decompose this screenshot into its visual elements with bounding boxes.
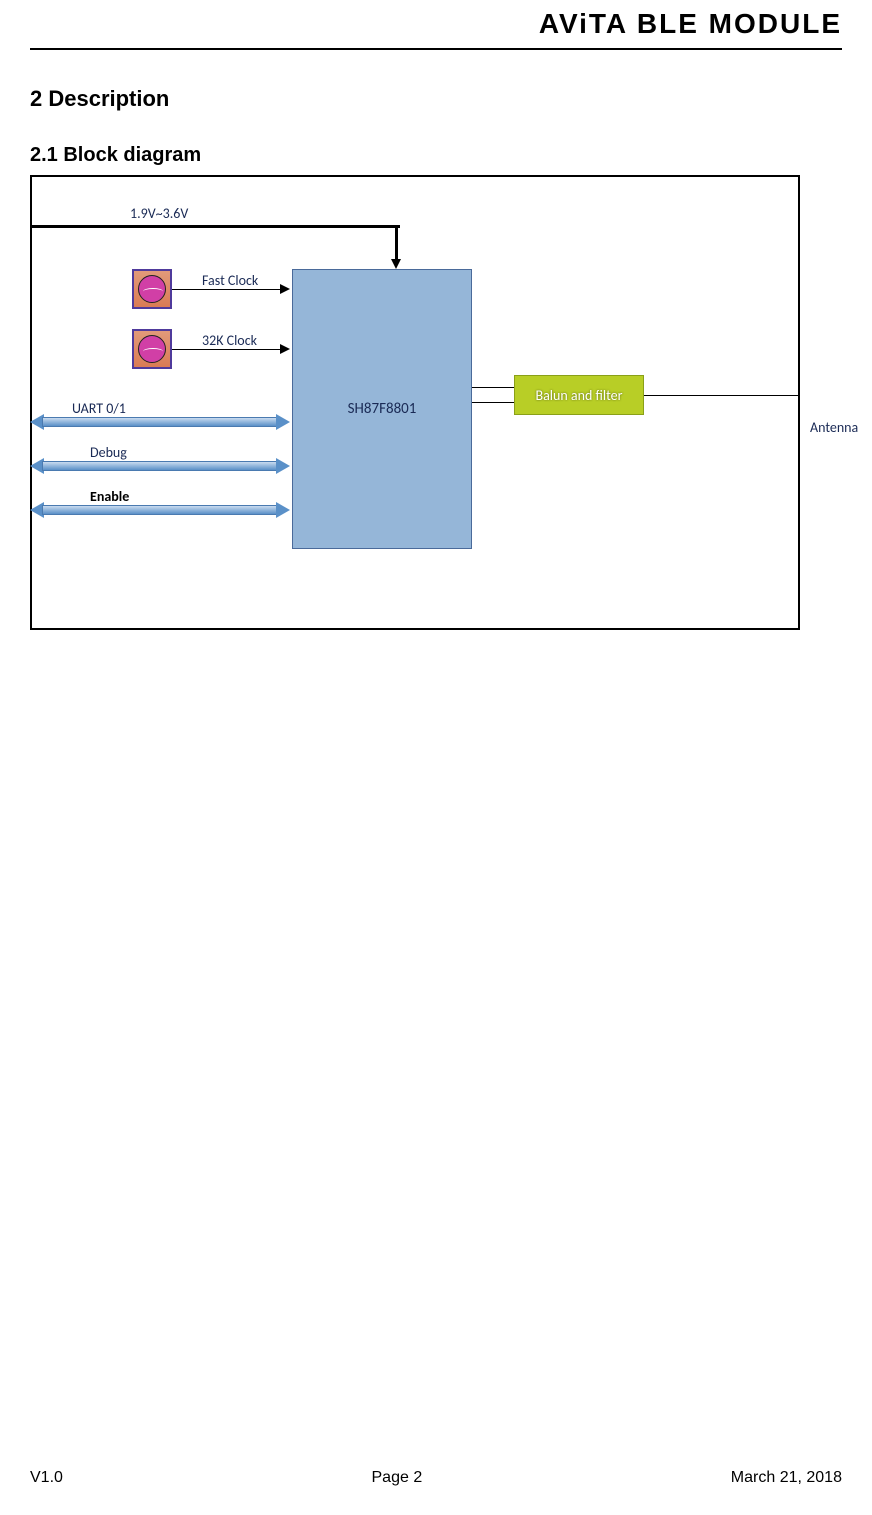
voltage-arrow-icon — [391, 259, 401, 269]
enable-arrow-right-icon — [276, 502, 290, 518]
section-heading: 2 Description — [30, 86, 842, 112]
subsection-heading: 2.1 Block diagram — [30, 144, 842, 167]
footer-version: V1.0 — [30, 1469, 63, 1487]
mcu-block: SH87F8801 — [292, 269, 472, 549]
block-diagram: 1.9V~3.6V SH87F8801 Fast Clock 32K Clock… — [30, 175, 800, 630]
antenna-wire — [644, 395, 800, 396]
fast-clock-wire — [172, 289, 282, 290]
debug-arrow-right-icon — [276, 458, 290, 474]
balun-block: Balun and filter — [514, 375, 644, 415]
fast-clock-block — [132, 269, 172, 309]
footer-date: March 21, 2018 — [731, 1469, 842, 1487]
debug-bus — [42, 461, 278, 471]
balun-label: Balun and filter — [535, 387, 622, 404]
uart-label: UART 0/1 — [72, 400, 126, 417]
oscillator-icon — [138, 275, 166, 303]
page-header: AViTA BLE MODULE — [30, 0, 842, 50]
slow-clock-block — [132, 329, 172, 369]
header-title: AViTA BLE MODULE — [539, 8, 842, 39]
fast-clock-arrow-icon — [280, 284, 290, 294]
page-footer: V1.0 Page 2 March 21, 2018 — [30, 1469, 842, 1487]
enable-label: Enable — [90, 488, 129, 505]
fast-clock-label: Fast Clock — [202, 272, 258, 289]
footer-page: Page 2 — [372, 1469, 423, 1487]
uart-arrow-right-icon — [276, 414, 290, 430]
slow-clock-label: 32K Clock — [202, 332, 257, 349]
slow-clock-arrow-icon — [280, 344, 290, 354]
uart-bus — [42, 417, 278, 427]
slow-clock-wire — [172, 349, 282, 350]
mcu-label: SH87F8801 — [348, 400, 417, 418]
antenna-label: Antenna — [810, 419, 858, 436]
rf-wire-bottom — [472, 402, 514, 403]
enable-bus — [42, 505, 278, 515]
oscillator-icon — [138, 335, 166, 363]
voltage-wire-h — [30, 225, 400, 228]
voltage-label: 1.9V~3.6V — [130, 205, 188, 222]
rf-wire-top — [472, 387, 514, 388]
debug-label: Debug — [90, 444, 127, 461]
